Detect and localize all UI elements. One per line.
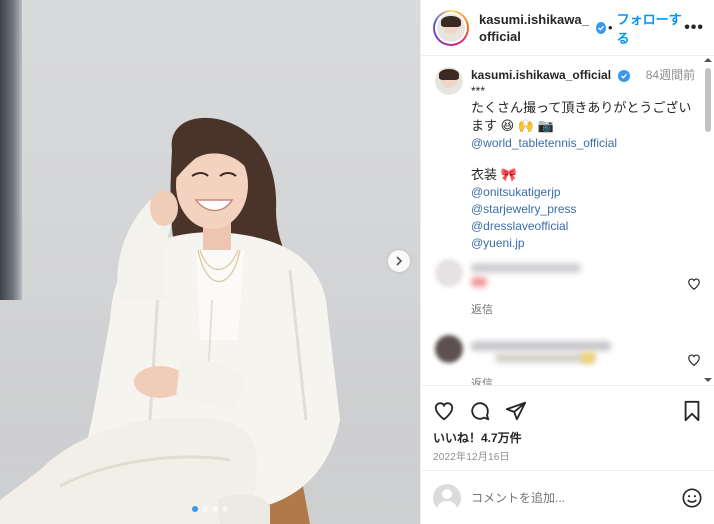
caption-text-line1: たくさん撮って頂きありがとうござい [471,100,692,115]
post-actions-bar [433,398,702,424]
emoji-button[interactable] [681,487,703,509]
heart-icon [434,402,454,421]
scroll-up-arrow-icon[interactable] [704,58,712,62]
post-side-panel: kasumi.ishikawa_official • フォローする ••• ka… [420,0,714,524]
comment-avatar[interactable] [435,259,463,287]
blurred-comment-text [581,353,595,363]
more-options-button[interactable]: ••• [684,19,704,37]
profile-avatar[interactable] [433,9,469,46]
costume-label: 衣装 🎀 [471,167,517,182]
comment-input[interactable] [471,490,681,505]
dot-separator: • [608,20,613,35]
chevron-right-icon [396,256,403,266]
post-date[interactable]: 2022年12月16日 [433,448,510,463]
comment-like-heart-icon[interactable] [687,277,701,291]
caption-timestamp[interactable]: 84週間前 [646,68,695,82]
comment-button[interactable] [469,400,491,422]
reply-button[interactable]: 返信 [471,301,493,317]
comments-section[interactable]: kasumi.ishikawa_official 84週間前 *** たくさん撮… [421,57,714,386]
follow-button[interactable]: フォローする [617,9,685,47]
scroll-down-arrow-icon[interactable] [704,378,712,382]
share-button[interactable] [505,400,527,422]
comment-bubble-icon [471,402,490,421]
caption-username[interactable]: kasumi.ishikawa_official [471,68,611,82]
carousel-dots [192,506,228,512]
mention-link[interactable]: @yueni.jp [471,235,701,252]
post-photo[interactable] [0,0,420,524]
comment-avatar[interactable] [435,335,463,363]
verified-badge-icon [595,21,607,34]
caption-text-line2: ます 😆 🙌 📷 [471,118,554,133]
reply-button[interactable]: 返信 [471,375,493,385]
post-header: kasumi.ishikawa_official • フォローする ••• [421,0,714,56]
carousel-dot [202,506,208,512]
carousel-next-button[interactable] [388,250,410,272]
caption-avatar[interactable] [435,67,463,95]
comment-item: 返信 [435,259,705,319]
header-username[interactable]: kasumi.ishikawa_official [479,11,592,45]
blurred-comment-text [471,277,487,287]
mention-link[interactable]: @starjewelry_press [471,201,701,218]
paper-plane-icon [505,401,527,421]
verified-badge-icon [618,70,631,82]
like-button[interactable] [433,400,455,422]
smiley-face-icon [682,487,702,508]
mention-link[interactable]: @dresslaveofficial [471,218,701,235]
comment-like-heart-icon[interactable] [687,353,701,367]
carousel-dot [222,506,228,512]
post-caption: kasumi.ishikawa_official 84週間前 *** たくさん撮… [421,57,714,252]
likes-count[interactable]: いいね！4.7万件 [433,429,522,446]
current-user-avatar [433,483,461,512]
blurred-comment-text [471,341,611,351]
mention-link[interactable]: @onitsukatigerjp [471,184,701,201]
mention-link[interactable]: @world_tabletennis_official [471,135,701,152]
blurred-comment-text [495,353,595,363]
carousel-dot-active [192,506,198,512]
scrollbar-thumb[interactable] [705,68,711,132]
blurred-comment-text [471,263,581,273]
woman-portrait-illustration [0,117,340,524]
add-comment-bar [421,470,714,524]
comment-item: 返信 [435,335,705,385]
save-button[interactable] [682,400,702,422]
caption-stars: *** [471,84,486,98]
bookmark-icon [684,400,700,422]
carousel-dot [212,506,218,512]
comments-scrollbar[interactable] [704,58,712,382]
